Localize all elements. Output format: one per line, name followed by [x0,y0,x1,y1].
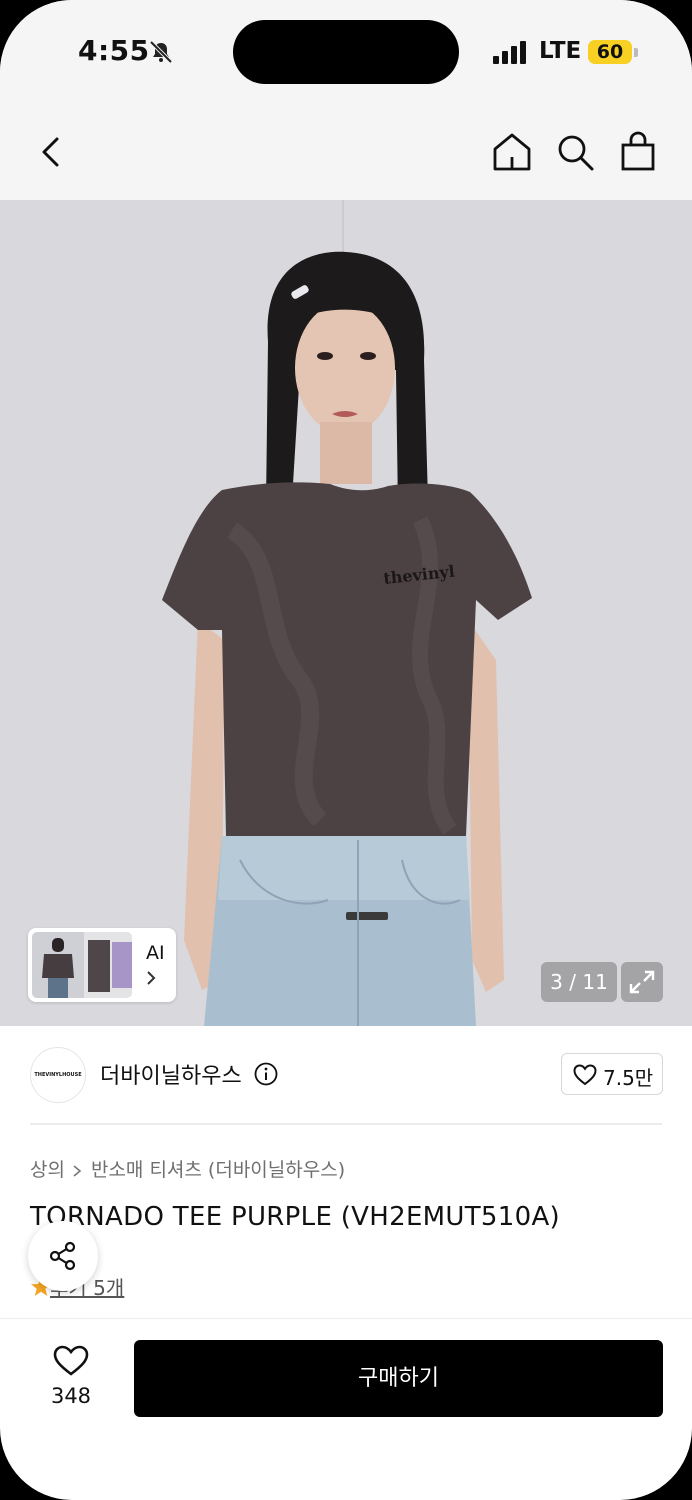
model-photo: thevinyl [0,200,692,1026]
wishlist-heart-icon[interactable] [53,1345,89,1377]
brand-like-count: 7.5만 [603,1066,654,1090]
brand-like-button[interactable]: 7.5만 [561,1053,663,1095]
top-nav [0,100,692,200]
bell-muted-icon [149,40,173,64]
chevron-right-icon [147,971,156,985]
breadcrumb: 상의 반소매 티셔츠 (더바이닐하우스) [30,1155,345,1182]
status-time: 4:55 [78,34,150,67]
back-icon[interactable] [30,130,74,174]
share-icon [49,1241,76,1271]
info-icon[interactable] [254,1062,278,1086]
share-button[interactable] [28,1221,98,1291]
home-icon[interactable] [490,130,534,174]
battery-tip [634,48,638,57]
battery-icon: 60 [588,40,632,64]
brand-name[interactable]: 더바이닐하우스 [100,1058,242,1090]
shopping-bag-icon[interactable] [616,130,660,174]
heart-outline-icon [573,1064,597,1086]
thumbnail-strip [32,932,132,998]
image-counter: 3 / 11 [541,962,617,1002]
ai-recommend-card[interactable]: AI [28,928,176,1002]
phone-screen: 4:55 LTE 60 thevinyl AI 3 / 11 THEVINYLH… [0,0,692,1500]
buy-button[interactable]: 구매하기 [134,1340,663,1417]
divider [30,1123,662,1125]
chevron-right-icon [73,1164,82,1177]
network-label: LTE [539,38,582,64]
breadcrumb-level1[interactable]: 상의 [30,1159,65,1181]
signal-icon [493,40,529,64]
dynamic-island [233,20,459,84]
wishlist-count: 348 [50,1384,92,1408]
bottom-bar-divider [0,1318,692,1319]
ai-label: AI [146,942,165,964]
product-image[interactable]: thevinyl AI 3 / 11 [0,200,692,1026]
product-title: TORNADO TEE PURPLE (VH2EMUT510A) [30,1202,560,1232]
search-icon[interactable] [553,130,597,174]
status-bar: 4:55 LTE 60 [0,0,692,100]
breadcrumb-level2[interactable]: 반소매 티셔츠 (더바이닐하우스) [91,1159,345,1181]
expand-icon[interactable] [621,962,663,1002]
brand-logo[interactable]: THEVINYLHOUSE [30,1047,86,1103]
